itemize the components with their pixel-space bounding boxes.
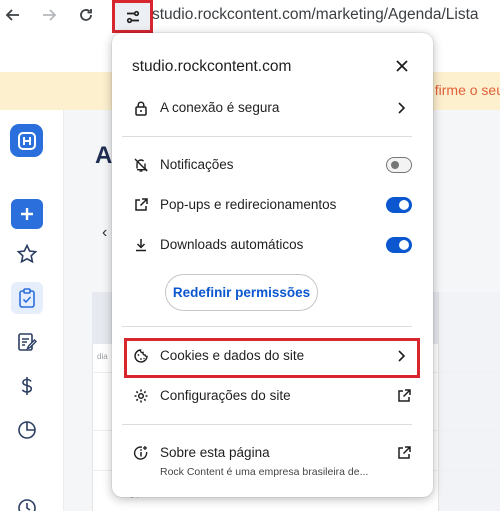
- popups-toggle[interactable]: [386, 197, 412, 213]
- popup-site-title: studio.rockcontent.com: [132, 58, 292, 75]
- pie-chart-icon: [18, 421, 36, 439]
- reset-permissions-button[interactable]: Redefinir permissões: [165, 274, 318, 311]
- close-button[interactable]: [392, 56, 412, 76]
- sidebar-item-favorites[interactable]: [11, 238, 43, 270]
- tune-icon: [126, 10, 139, 23]
- cookies-highlight: [124, 338, 420, 378]
- back-button[interactable]: [2, 4, 24, 26]
- star-icon: [16, 243, 38, 264]
- connection-label: A conexão é segura: [160, 100, 280, 115]
- reload-button[interactable]: [75, 4, 97, 26]
- calendar-grid-label: dia: [97, 352, 108, 361]
- about-page-icon: [132, 444, 150, 462]
- chevron-left-icon[interactable]: ‹: [102, 224, 107, 242]
- connection-security-row[interactable]: A conexão é segura: [122, 92, 422, 124]
- sidebar-item-edit[interactable]: [11, 326, 43, 358]
- notifications-toggle[interactable]: [386, 157, 412, 173]
- site-settings-label: Configurações do site: [160, 388, 291, 403]
- browser-toolbar: studio.rockcontent.com/marketing/Agenda/…: [0, 0, 500, 33]
- clipboard-check-icon: [19, 288, 35, 308]
- reload-icon: [80, 9, 92, 21]
- download-icon: [132, 236, 150, 254]
- permission-label: Pop-ups e redirecionamentos: [160, 197, 337, 212]
- permission-label: Downloads automáticos: [160, 237, 304, 252]
- site-settings-row[interactable]: Configurações do site: [122, 380, 422, 412]
- notice-text: firme o seu: [434, 82, 500, 98]
- gear-icon: [132, 387, 150, 405]
- page-title: A: [95, 142, 113, 169]
- close-icon: [396, 60, 408, 72]
- downloads-toggle[interactable]: [386, 237, 412, 253]
- popup-divider: [122, 326, 412, 327]
- about-label: Sobre esta página: [160, 445, 270, 460]
- popup-divider: [122, 136, 412, 137]
- sidebar-item-finance[interactable]: [11, 370, 43, 402]
- site-info-button[interactable]: [112, 0, 153, 33]
- sidebar-item-history[interactable]: [11, 492, 43, 511]
- calendar-grid-column: [438, 292, 500, 511]
- popup-divider: [122, 424, 412, 425]
- about-page-row[interactable]: Sobre esta página Rock Content é uma emp…: [122, 437, 422, 481]
- open-in-new-icon: [398, 446, 411, 459]
- logo-icon: [17, 131, 36, 150]
- permission-row-popups: Pop-ups e redirecionamentos: [122, 189, 422, 221]
- app-logo[interactable]: [10, 124, 43, 157]
- clock-icon: [18, 499, 36, 511]
- chevron-right-icon: [398, 102, 406, 114]
- permission-row-downloads: Downloads automáticos: [122, 229, 422, 261]
- add-button[interactable]: [11, 199, 43, 229]
- open-in-new-icon: [132, 196, 150, 214]
- arrow-left-icon: [5, 9, 19, 21]
- plus-icon: [21, 208, 33, 220]
- sidebar-item-agenda[interactable]: [11, 282, 43, 314]
- permission-row-notifications: Notificações: [122, 149, 422, 181]
- arrow-right-icon: [43, 9, 57, 21]
- dollar-icon: [21, 377, 33, 395]
- forward-button[interactable]: [38, 4, 60, 26]
- about-subtitle: Rock Content é uma empresa brasileira de…: [160, 466, 369, 478]
- sidebar-item-reports[interactable]: [11, 414, 43, 446]
- edit-document-icon: [18, 333, 37, 351]
- permission-label: Notificações: [160, 157, 234, 172]
- url-text[interactable]: studio.rockcontent.com/marketing/Agenda/…: [152, 6, 479, 24]
- open-in-new-icon: [398, 389, 411, 402]
- lock-icon: [132, 99, 150, 117]
- notifications-off-icon: [132, 156, 150, 174]
